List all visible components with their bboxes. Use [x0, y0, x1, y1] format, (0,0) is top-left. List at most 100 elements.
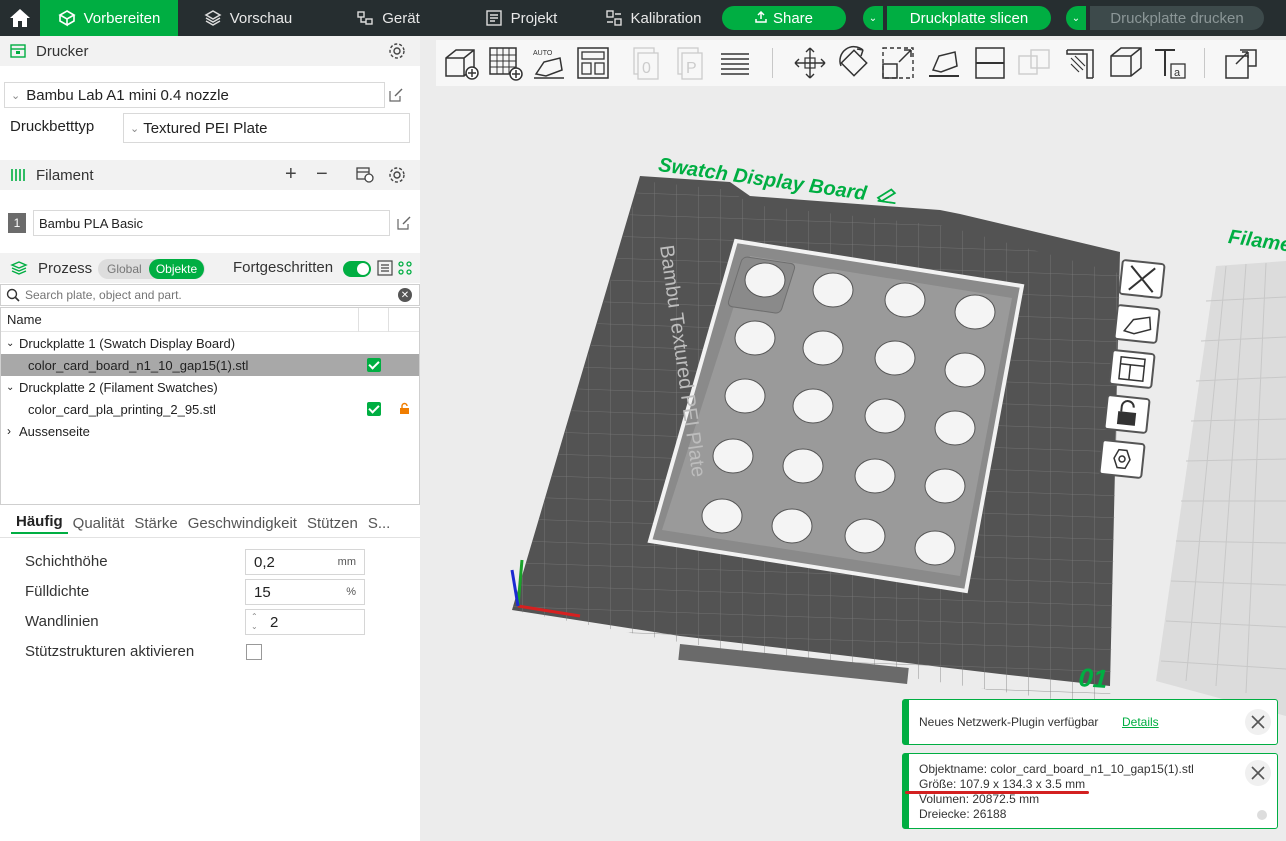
assembly-icon[interactable] — [1222, 44, 1260, 82]
close-info-button[interactable] — [1245, 760, 1271, 786]
slice-dropdown-button[interactable]: ⌄ — [863, 6, 883, 30]
layer-height-unit: mm — [337, 556, 356, 568]
chevron-down-icon[interactable]: ⌄ — [6, 382, 14, 393]
tab-more[interactable]: S... — [363, 515, 396, 532]
tab-preview[interactable]: Vorschau — [178, 0, 318, 36]
plate-auto-orient-button[interactable] — [1113, 303, 1161, 345]
arrange-icon[interactable] — [574, 44, 612, 82]
tree-row-object-2[interactable]: color_card_pla_printing_2_95.stl — [1, 398, 419, 420]
tab-calibration[interactable]: Kalibration — [584, 0, 722, 36]
close-notification-button[interactable] — [1245, 709, 1271, 735]
lock-icon[interactable] — [399, 402, 410, 418]
tab-support[interactable]: Stützen — [302, 515, 363, 532]
wall-loops-stepper[interactable]: ⌃ ⌄ 2 — [245, 609, 365, 635]
tab-strength[interactable]: Stärke — [129, 515, 182, 532]
tree-row-plate-2[interactable]: ⌄ Druckplatte 2 (Filament Swatches) — [1, 376, 419, 398]
rotate-icon[interactable] — [835, 44, 873, 82]
object-search-box[interactable]: ✕ — [0, 284, 420, 306]
arrange-icon — [1118, 355, 1146, 383]
remove-filament-icon[interactable]: − — [316, 163, 328, 186]
share-button[interactable]: Share — [722, 6, 846, 30]
copy-icon[interactable]: 0 — [626, 44, 664, 82]
hexagon-settings-icon — [1113, 448, 1131, 470]
plate-settings-button[interactable] — [1098, 438, 1146, 480]
paste-icon[interactable]: P — [670, 44, 708, 82]
object-1-visible-checkbox[interactable] — [367, 358, 381, 372]
layers-list-icon[interactable] — [716, 44, 754, 82]
compare-icon[interactable] — [398, 261, 412, 278]
tab-project-label: Projekt — [510, 9, 558, 27]
project-icon — [485, 9, 503, 27]
auto-orient-icon[interactable]: AUTO — [530, 44, 568, 82]
object-2-visible-checkbox[interactable] — [367, 402, 381, 416]
seam-paint-icon[interactable] — [1107, 44, 1145, 82]
bed-type-label: Druckbetttyp — [10, 118, 95, 135]
slice-plate-button[interactable]: Druckplatte slicen — [887, 6, 1051, 30]
plate-lock-button[interactable] — [1103, 393, 1151, 435]
home-icon[interactable] — [0, 0, 40, 36]
tab-quality[interactable]: Qualität — [68, 515, 130, 532]
add-object-icon[interactable] — [442, 44, 480, 82]
support-paint-icon[interactable] — [1063, 44, 1101, 82]
printer-select[interactable]: ⌄ Bambu Lab A1 mini 0.4 nozzle — [4, 82, 385, 108]
bed-type-select[interactable]: ⌄ Textured PEI Plate — [123, 113, 410, 143]
tab-common[interactable]: Häufig — [11, 513, 68, 534]
filament-sync-icon[interactable] — [356, 167, 374, 186]
scale-icon[interactable] — [879, 44, 917, 82]
edit-printer-icon[interactable] — [389, 88, 403, 102]
chevron-right-icon[interactable]: › — [7, 424, 11, 438]
infill-input[interactable]: 15 % — [245, 579, 365, 605]
add-plate-icon[interactable] — [486, 44, 524, 82]
tree-row-plate-1[interactable]: ⌄ Druckplatte 1 (Swatch Display Board) — [1, 332, 419, 354]
clear-search-icon[interactable]: ✕ — [398, 288, 412, 302]
chevron-down-icon: ⌄ — [1071, 12, 1081, 24]
search-input[interactable] — [25, 287, 385, 303]
add-filament-icon[interactable]: + — [285, 163, 297, 186]
object-tree: Name ⌄ Druckplatte 1 (Swatch Display Boa… — [0, 307, 420, 505]
text-tool-icon[interactable]: a — [1151, 44, 1189, 82]
3d-viewport[interactable]: AUTO 0 P a Swatch Display Board Filame 0… — [420, 36, 1286, 841]
filament-select[interactable]: Bambu PLA Basic — [33, 210, 390, 236]
chevron-down-icon[interactable]: ⌄ — [6, 338, 14, 349]
tab-project[interactable]: Projekt — [458, 0, 584, 36]
tree-row-object-1[interactable]: color_card_board_n1_10_gap15(1).stl — [1, 354, 419, 376]
plate-arrange-button[interactable] — [1108, 348, 1156, 390]
stepper-arrows-icon[interactable]: ⌃ ⌄ — [251, 612, 258, 632]
search-icon — [6, 288, 20, 305]
parameter-tabs: Häufig Qualität Stärke Geschwindigkeit S… — [0, 509, 420, 537]
close-icon — [1251, 715, 1265, 729]
scope-objects-option[interactable]: Objekte — [149, 259, 204, 279]
auto-orient-icon — [1122, 316, 1152, 335]
print-dropdown-button[interactable]: ⌄ — [1066, 6, 1086, 30]
build-plate-2[interactable] — [1146, 261, 1286, 721]
list-view-icon[interactable] — [377, 260, 393, 279]
move-icon[interactable] — [791, 44, 829, 82]
close-icon — [1128, 265, 1156, 293]
edit-filament-icon[interactable] — [397, 216, 411, 230]
svg-text:0: 0 — [642, 60, 651, 77]
scope-global-option[interactable]: Global — [107, 262, 142, 276]
toolbar-divider — [772, 48, 773, 78]
notification-details-link[interactable]: Details — [1122, 715, 1159, 729]
lay-on-face-icon[interactable] — [925, 44, 963, 82]
plate-2-title-text[interactable]: Filame — [1227, 226, 1286, 258]
tab-speed[interactable]: Geschwindigkeit — [183, 515, 302, 532]
boolean-icon[interactable] — [1015, 44, 1053, 82]
enable-support-checkbox[interactable] — [246, 644, 262, 660]
cut-icon[interactable] — [971, 44, 1009, 82]
print-plate-button[interactable]: Druckplatte drucken — [1090, 6, 1264, 30]
plate-delete-button[interactable] — [1118, 258, 1166, 300]
advanced-toggle-switch[interactable] — [343, 261, 371, 277]
tab-prepare[interactable]: Vorbereiten — [40, 0, 178, 36]
collapse-icon[interactable] — [1257, 810, 1267, 820]
tree-row-outside[interactable]: › Aussenseite — [1, 420, 419, 442]
process-layers-icon — [10, 261, 28, 278]
plate-1-label: Druckplatte 1 (Swatch Display Board) — [19, 335, 236, 351]
build-plate-1[interactable]: 01 Bambu Textured PEI Plate — [500, 166, 1140, 726]
tab-device[interactable]: Gerät — [318, 0, 458, 36]
filament-settings-gear-icon[interactable] — [388, 166, 406, 187]
process-scope-toggle[interactable]: Global Objekte — [98, 259, 205, 279]
layer-height-input[interactable]: 0,2 mm — [245, 549, 365, 575]
layers-icon — [204, 9, 222, 27]
printer-settings-gear-icon[interactable] — [388, 42, 406, 63]
